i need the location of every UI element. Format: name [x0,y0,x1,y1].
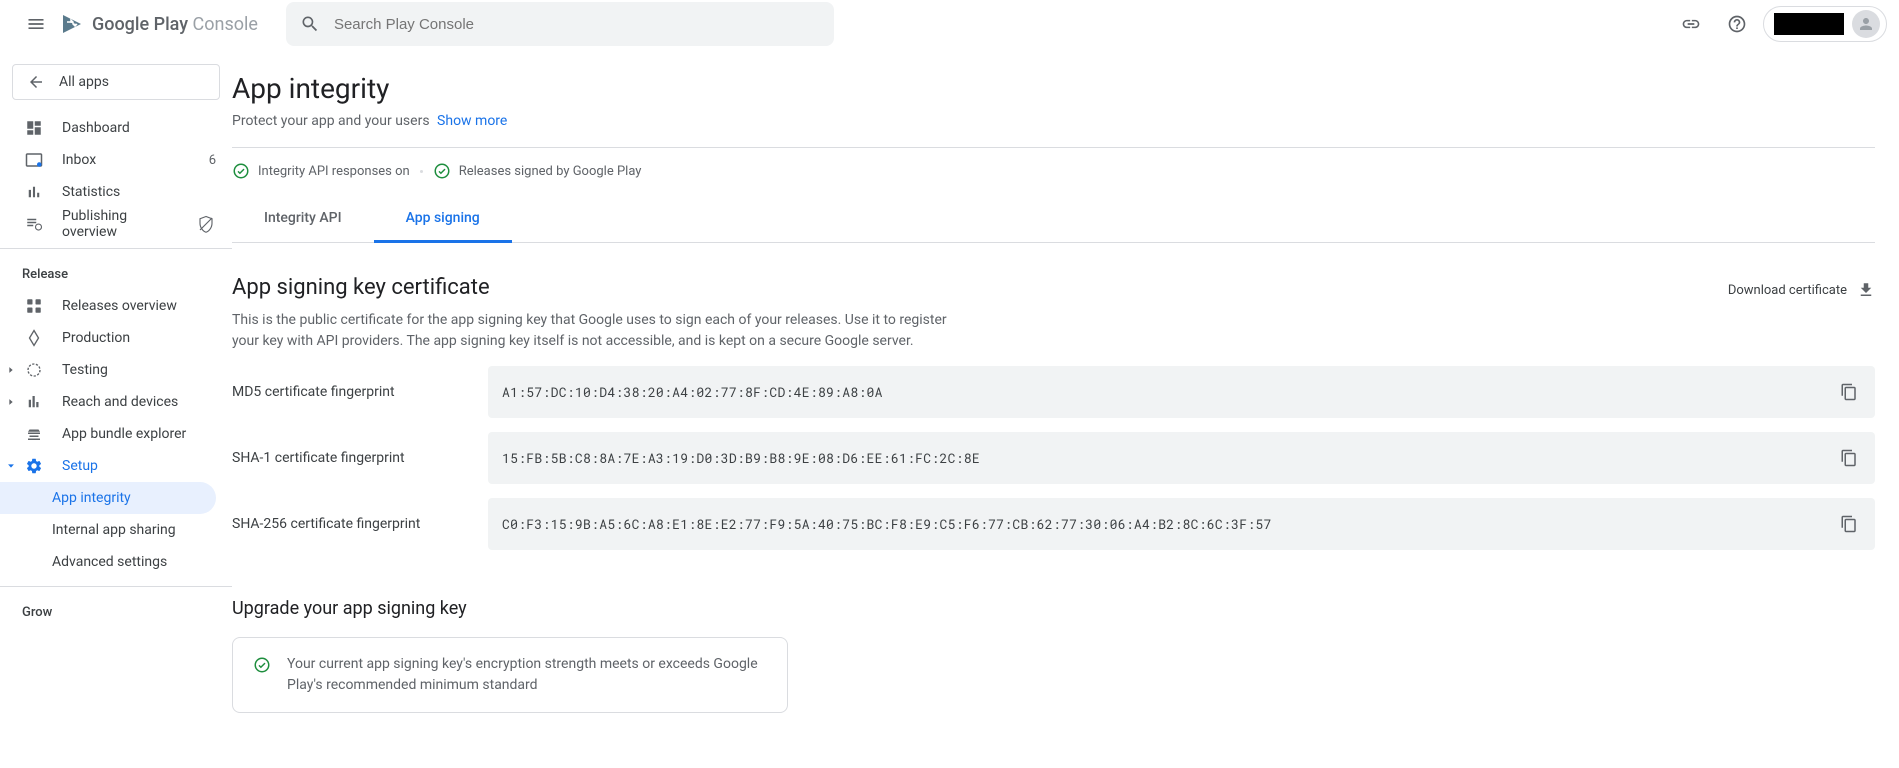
sidebar-item-app-integrity[interactable]: App integrity [0,482,216,514]
statistics-icon [25,183,43,201]
search-icon [300,14,320,34]
sidebar-item-label: Dashboard [62,120,216,136]
all-apps-label: All apps [59,74,109,90]
sidebar-item-label: Inbox [62,152,191,168]
sidebar-item-label: Reach and devices [62,394,216,410]
sidebar-item-statistics[interactable]: Statistics [0,176,232,208]
copy-button-md5[interactable] [1837,380,1861,404]
bundle-icon [25,425,43,443]
copy-icon [1840,383,1858,401]
caret-down-icon [6,461,16,471]
arrow-back-icon [27,73,45,91]
link-icon [1681,14,1701,34]
tabs: Integrity API App signing [232,198,1875,243]
status-separator [420,170,423,173]
sidebar-item-production[interactable]: Production [0,322,232,354]
fingerprint-value: C0:F3:15:9B:A5:6C:A8:E1:8E:E2:77:F9:5A:4… [502,515,1272,533]
sidebar-section-grow: Grow [0,595,232,628]
sidebar-item-label: Setup [62,458,216,474]
status-releases-signed: Releases signed by Google Play [433,162,642,180]
sidebar-item-publishing-overview[interactable]: Publishing overview [0,208,232,240]
releases-icon [25,297,43,315]
copy-button-sha256[interactable] [1837,512,1861,536]
sidebar-item-setup[interactable]: Setup [0,450,232,482]
account-chip[interactable] [1763,6,1887,42]
sidebar-item-label: Advanced settings [52,554,216,570]
search-box[interactable] [286,2,834,46]
fingerprint-value: 15:FB:5B:C8:8A:7E:A3:19:D0:3D:B9:B8:9E:0… [502,449,980,467]
sidebar-item-label: Releases overview [62,298,216,314]
sidebar-item-label: App integrity [52,490,200,506]
publishing-icon [25,215,43,233]
sidebar-item-label: Testing [62,362,216,378]
reach-icon [25,393,43,411]
managed-off-icon [197,215,215,233]
tab-integrity-api[interactable]: Integrity API [232,198,374,243]
search-input[interactable] [334,16,820,33]
help-icon [1727,14,1747,34]
upgrade-info-card: Your current app signing key's encryptio… [232,637,788,713]
hamburger-menu[interactable] [12,0,60,48]
fingerprint-box-sha256: C0:F3:15:9B:A5:6C:A8:E1:8E:E2:77:F9:5A:4… [488,498,1875,550]
sidebar-item-label: App bundle explorer [62,426,216,442]
section-description: This is the public certificate for the a… [232,310,952,352]
sidebar-section-release: Release [0,257,232,290]
sidebar-item-label: Publishing overview [62,208,178,240]
upgrade-info-text: Your current app signing key's encryptio… [287,654,767,696]
sidebar-item-testing[interactable]: Testing [0,354,232,386]
tab-app-signing[interactable]: App signing [374,198,512,243]
avatar [1852,10,1880,38]
show-more-link[interactable]: Show more [437,113,507,129]
section-title: App signing key certificate [232,275,490,300]
link-button[interactable] [1671,4,1711,44]
copy-button-sha1[interactable] [1837,446,1861,470]
status-integrity-api: Integrity API responses on [232,162,410,180]
fingerprint-label-sha1: SHA-1 certificate fingerprint [232,450,488,466]
upgrade-section-title: Upgrade your app signing key [232,598,1875,619]
check-circle-icon [253,656,271,674]
logo-text: Google Play Console [92,14,258,35]
page-subtitle: Protect your app and your users [232,113,430,129]
logo[interactable]: Google Play Console [60,12,258,36]
sidebar-item-reach-devices[interactable]: Reach and devices [0,386,232,418]
dashboard-icon [25,119,43,137]
copy-icon [1840,449,1858,467]
sidebar-item-dashboard[interactable]: Dashboard [0,112,232,144]
sidebar-item-advanced-settings[interactable]: Advanced settings [0,546,232,578]
sidebar-item-internal-sharing[interactable]: Internal app sharing [0,514,232,546]
fingerprint-value: A1:57:DC:10:D4:38:20:A4:02:77:8F:CD:4E:8… [502,383,883,401]
copy-icon [1840,515,1858,533]
sidebar-item-label: Internal app sharing [52,522,216,538]
fingerprint-box-md5: A1:57:DC:10:D4:38:20:A4:02:77:8F:CD:4E:8… [488,366,1875,418]
caret-right-icon [6,365,16,375]
check-circle-icon [433,162,451,180]
inbox-icon [25,151,43,169]
download-icon [1857,281,1875,299]
all-apps-button[interactable]: All apps [12,64,220,100]
caret-right-icon [6,397,16,407]
sidebar-item-inbox[interactable]: Inbox 6 [0,144,232,176]
fingerprint-label-md5: MD5 certificate fingerprint [232,384,488,400]
menu-icon [26,14,46,34]
testing-icon [25,361,43,379]
help-button[interactable] [1717,4,1757,44]
sidebar-item-label: Statistics [62,184,216,200]
gear-icon [25,457,43,475]
page-title: App integrity [232,72,1875,105]
sidebar-item-app-bundle[interactable]: App bundle explorer [0,418,232,450]
fingerprint-box-sha1: 15:FB:5B:C8:8A:7E:A3:19:D0:3D:B9:B8:9E:0… [488,432,1875,484]
play-console-logo-icon [60,12,84,36]
account-name-redacted [1774,13,1844,35]
production-icon [25,329,43,347]
avatar-icon [1857,15,1875,33]
check-circle-icon [232,162,250,180]
inbox-count: 6 [209,153,216,168]
download-certificate-button[interactable]: Download certificate [1728,281,1875,299]
sidebar-item-releases-overview[interactable]: Releases overview [0,290,232,322]
fingerprint-label-sha256: SHA-256 certificate fingerprint [232,516,488,532]
sidebar-item-label: Production [62,330,216,346]
